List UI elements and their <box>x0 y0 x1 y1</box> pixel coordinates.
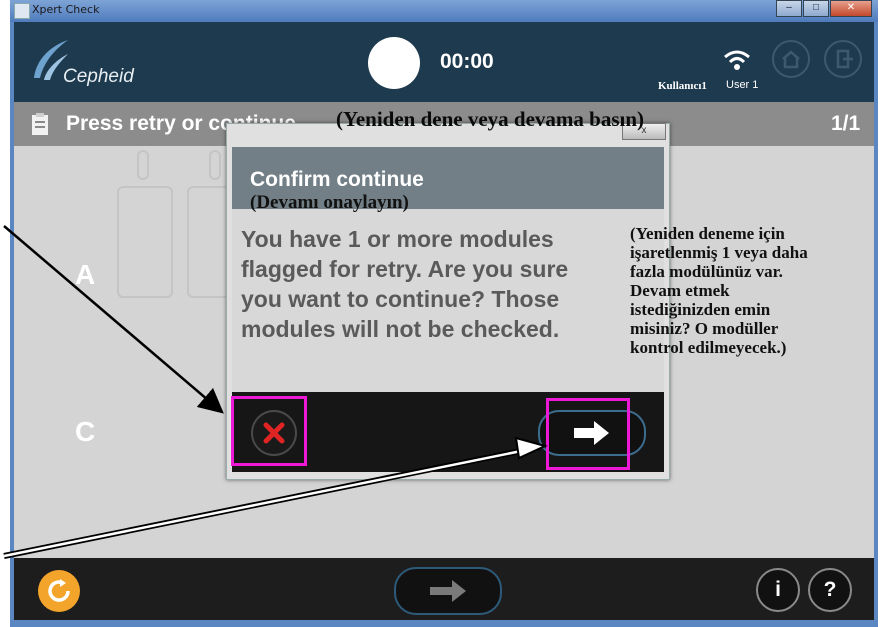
arrow-to-cancel <box>3 225 224 414</box>
arrow-to-continue-head <box>514 436 548 460</box>
arrow-to-continue <box>3 446 537 558</box>
callout-arrows <box>3 225 548 559</box>
